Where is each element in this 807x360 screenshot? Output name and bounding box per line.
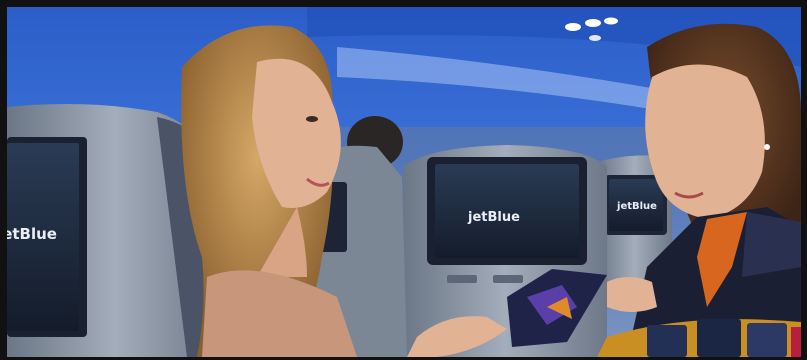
- center-screen-logo: jetBlue: [467, 210, 520, 225]
- right-screen-logo: jetBlue: [616, 201, 657, 212]
- photo-frame: jetBlue jetBlue jetBlue: [0, 0, 807, 360]
- cabin-photo: jetBlue jetBlue jetBlue: [7, 7, 801, 357]
- left-screen-logo: jetBlue: [7, 225, 57, 243]
